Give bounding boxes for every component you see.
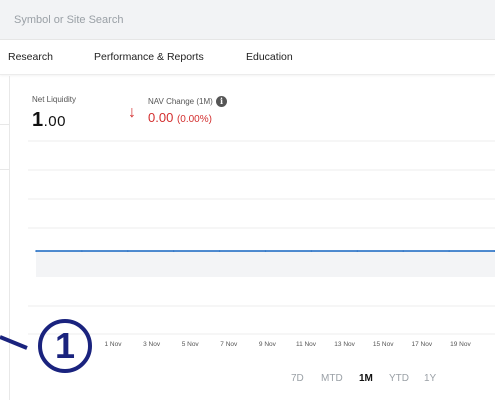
x-tick-label: 9 Nov xyxy=(259,341,277,348)
data-point xyxy=(35,250,37,252)
nav-change-percent: (0.00%) xyxy=(176,114,212,125)
annotation-number: 1 xyxy=(54,325,76,366)
x-tick-label: 7 Nov xyxy=(220,341,238,348)
nav-change-amount: 0.00 xyxy=(148,110,174,125)
data-point xyxy=(264,250,267,252)
period-1y[interactable]: 1Y xyxy=(424,373,436,384)
net-liquidity-decimal: .00 xyxy=(43,113,66,130)
x-tick-label: 17 Nov xyxy=(411,341,432,348)
x-tick-label: 3 Nov xyxy=(143,341,161,348)
net-liquidity-label: Net Liquidity xyxy=(32,95,77,104)
nav-education[interactable]: Education xyxy=(246,51,293,63)
x-tick-label: 1 Nov xyxy=(105,341,123,348)
data-point xyxy=(356,250,359,252)
period-7d[interactable]: 7D xyxy=(291,373,304,384)
data-point xyxy=(127,250,129,252)
data-point xyxy=(81,250,83,252)
x-tick-label: 19 Nov xyxy=(450,341,471,348)
data-point xyxy=(448,250,450,252)
nav-performance-reports[interactable]: Performance & Reports xyxy=(94,51,204,63)
net-liquidity-whole: 1 xyxy=(32,109,44,131)
x-tick-label: 15 Nov xyxy=(373,341,394,348)
info-icon[interactable]: i xyxy=(216,96,227,107)
left-panel-divider xyxy=(0,169,10,170)
nav-research[interactable]: Research xyxy=(8,51,53,63)
data-point xyxy=(172,250,175,252)
left-panel-edge xyxy=(0,76,10,400)
nav-change-label: NAV Change (1M) xyxy=(148,97,213,106)
x-tick-label: 13 Nov xyxy=(334,341,355,348)
net-liquidity-value: 1.00 xyxy=(32,109,66,132)
data-point xyxy=(402,250,405,252)
area-fill xyxy=(36,251,495,277)
left-panel-divider xyxy=(0,124,10,125)
data-point xyxy=(218,250,221,252)
period-1m[interactable]: 1M xyxy=(359,373,373,384)
x-tick-label: 11 Nov xyxy=(296,341,317,348)
data-point xyxy=(310,250,313,252)
search-bar xyxy=(0,0,495,40)
search-input[interactable] xyxy=(0,8,495,32)
nav-change-value: 0.00 (0.00%) xyxy=(148,110,212,125)
x-tick-label: 5 Nov xyxy=(182,341,200,348)
down-arrow-icon: ↓ xyxy=(128,104,136,121)
period-mtd[interactable]: MTD xyxy=(321,373,343,384)
main-nav: Research Performance & Reports Education xyxy=(0,40,495,75)
period-ytd[interactable]: YTD xyxy=(389,373,409,384)
